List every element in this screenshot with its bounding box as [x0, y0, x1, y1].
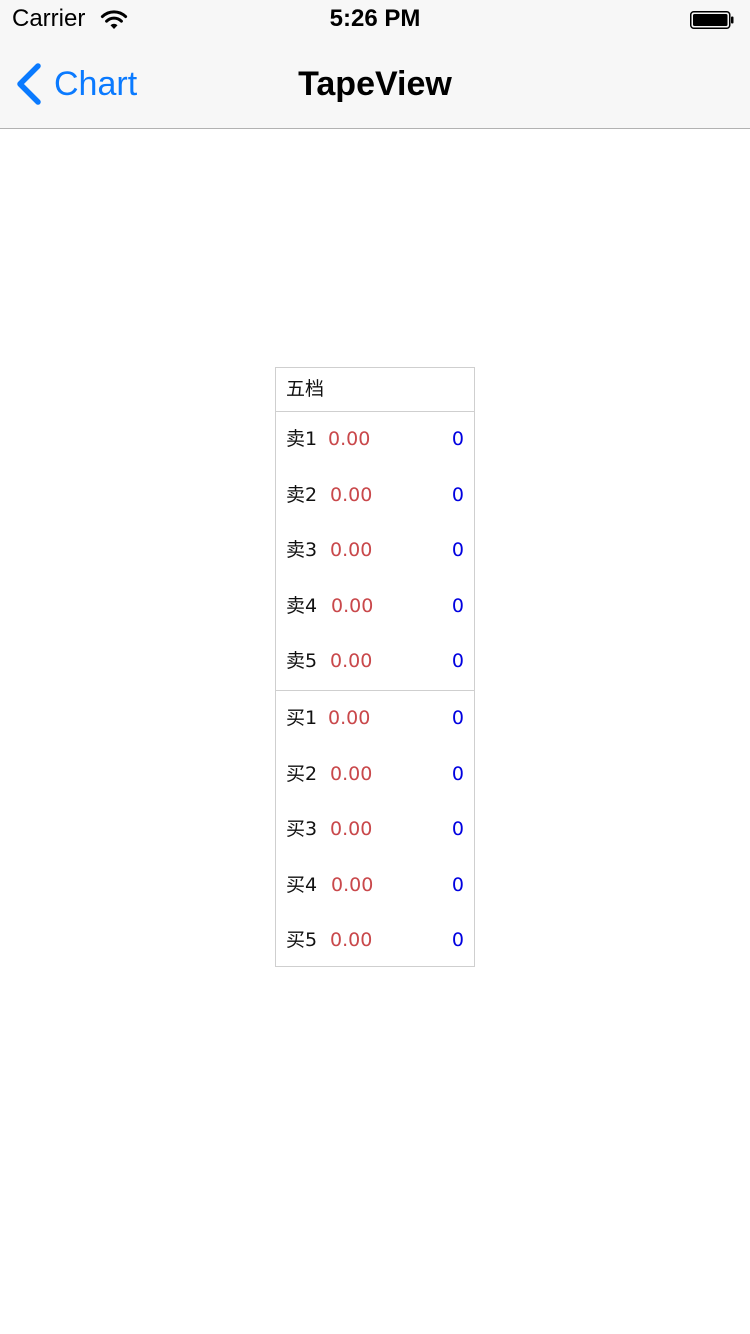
- buy-row-label: 买4: [286, 873, 318, 896]
- status-bar: Carrier 5:26 PM: [0, 0, 750, 40]
- buy-row: 买5 0.00 0: [276, 913, 474, 969]
- back-button[interactable]: Chart: [14, 40, 137, 128]
- buy-row: 买1 0.00 0: [276, 691, 474, 747]
- battery-icon: [690, 11, 734, 29]
- sell-row-label: 卖4: [286, 594, 318, 617]
- buy-row-price: 0.00: [331, 873, 374, 896]
- sell-row-price: 0.00: [330, 539, 373, 562]
- sell-row-price: 0.00: [331, 594, 374, 617]
- sell-row-volume: 0: [451, 539, 464, 562]
- buy-row: 买2 0.00 0: [276, 747, 474, 803]
- top-bar: Carrier 5:26 PM TapeView Chart: [0, 0, 750, 129]
- status-time: 5:26 PM: [329, 5, 421, 32]
- buy-row-label: 买2: [286, 762, 318, 785]
- sell-row-label: 卖2: [286, 483, 318, 506]
- buy-row-volume: 0: [451, 762, 464, 785]
- buy-row-price: 0.00: [330, 762, 373, 785]
- buy-section: 买1 0.00 0 买2 0.00 0 买3 0.00 0 买4 0.00 0 …: [276, 689, 474, 969]
- sell-row-volume: 0: [451, 428, 464, 450]
- sell-row-volume: 0: [451, 594, 464, 617]
- tape-view-panel: 五档 卖1 0.00 0 卖2 0.00 0 卖3 0.00 0 卖4 0.00…: [275, 367, 475, 967]
- back-button-label: Chart: [54, 64, 138, 103]
- buy-row-label: 买1: [286, 706, 318, 729]
- buy-row-label: 买5: [286, 929, 318, 952]
- buy-row-volume: 0: [451, 818, 464, 841]
- buy-row-price: 0.00: [330, 929, 373, 952]
- sell-row-volume: 0: [451, 650, 464, 673]
- buy-row-volume: 0: [451, 929, 464, 952]
- sell-row-label: 卖3: [286, 539, 318, 562]
- buy-row-volume: 0: [451, 706, 464, 729]
- sell-row: 卖3 0.00 0: [276, 523, 474, 579]
- sell-row-volume: 0: [451, 483, 464, 506]
- sell-row: 卖2 0.00 0: [276, 468, 474, 524]
- buy-row: 买3 0.00 0: [276, 802, 474, 858]
- buy-row-price: 0.00: [328, 706, 371, 729]
- sell-section: 卖1 0.00 0 卖2 0.00 0 卖3 0.00 0 卖4 0.00 0 …: [276, 412, 474, 690]
- sell-row-label: 卖5: [286, 650, 318, 673]
- tape-header: 五档: [276, 368, 474, 412]
- sell-row: 卖4 0.00 0: [276, 579, 474, 635]
- buy-row-price: 0.00: [330, 818, 373, 841]
- sell-row-price: 0.00: [328, 428, 371, 450]
- screen: Carrier 5:26 PM TapeView Chart 五档 卖1 0.0…: [0, 0, 750, 1334]
- sell-row-label: 卖1: [286, 428, 318, 450]
- chevron-left-icon: [17, 63, 41, 105]
- sell-row-price: 0.00: [330, 483, 373, 506]
- sell-row: 卖5 0.00 0: [276, 634, 474, 690]
- navigation-bar: TapeView Chart: [0, 40, 750, 128]
- buy-row-volume: 0: [451, 873, 464, 896]
- buy-row-label: 买3: [286, 818, 318, 841]
- sell-row-price: 0.00: [330, 650, 373, 673]
- buy-row: 买4 0.00 0: [276, 858, 474, 914]
- sell-row: 卖1 0.00 0: [276, 412, 474, 468]
